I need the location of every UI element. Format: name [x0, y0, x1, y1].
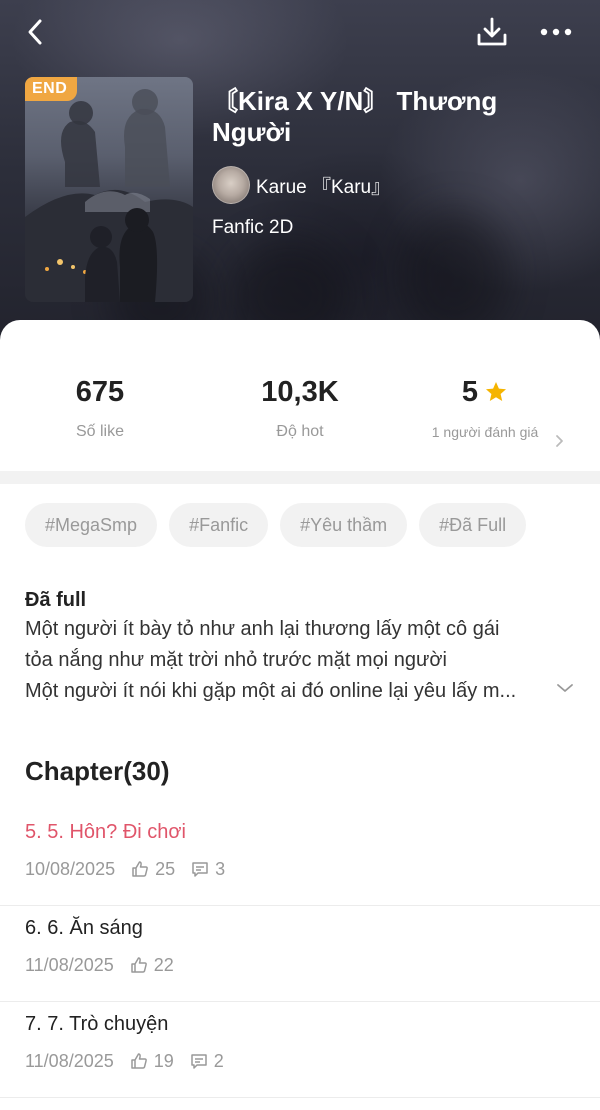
rating-value-row: 5 [385, 372, 585, 412]
tag-chip[interactable]: #MegaSmp [25, 503, 158, 547]
chevron-down-icon[interactable] [555, 682, 575, 694]
chevron-left-icon [28, 19, 42, 45]
tag-list: #MegaSmp #Fanfic #Yêu thầm #Đã Full [25, 503, 538, 547]
back-button[interactable] [14, 12, 58, 52]
star-icon [486, 382, 507, 401]
book-detail-sheet: 675 Số like 10,3K Độ hot 5 1 người đánh … [0, 320, 600, 1110]
book-title: 〘Kira X Y/N〙 Thương Người [212, 86, 498, 147]
thumbs-up-icon [129, 858, 151, 880]
chapter-meta: 10/08/2025 25 3 [25, 858, 239, 880]
book-cover[interactable]: END [25, 77, 193, 302]
section-divider [0, 471, 600, 484]
chevron-right-icon [556, 435, 563, 447]
more-horizontal-icon [540, 28, 572, 36]
chapter-likes: 22 [153, 954, 174, 975]
comment-icon [188, 1050, 210, 1072]
more-button[interactable] [534, 12, 578, 52]
rating-value: 5 [461, 376, 479, 408]
download-button[interactable] [470, 12, 514, 52]
chapter-comments: 3 [215, 858, 226, 879]
thumbs-up-icon [128, 1050, 150, 1072]
chapter-row[interactable]: 7. 7. Trò chuyện 11/08/2025 19 2 [0, 1002, 600, 1098]
download-icon [477, 17, 507, 46]
tag-chip[interactable]: #Yêu thầm [280, 503, 408, 547]
hot-label: Độ hot [276, 423, 324, 440]
chapter-comments: 2 [213, 1050, 224, 1071]
likes-label: Số like [75, 423, 125, 440]
tag-chip[interactable]: #Fanfic [169, 503, 269, 547]
book-description[interactable]: Đã full Một người ít bày tỏ như anh lại … [25, 586, 580, 707]
cover-illustration [25, 89, 193, 302]
chapter-row[interactable]: 5. 5. Hôn? Đi chơi 10/08/2025 25 3 [0, 810, 600, 906]
book-header: END 〘Kira X Y/N〙 Thương Người Karue 『Kar… [0, 0, 600, 345]
end-badge: END [25, 77, 78, 101]
stats-row: 675 Số like 10,3K Độ hot 5 1 người đánh … [0, 372, 600, 472]
hot-value: 10,3K [261, 376, 339, 408]
author-row[interactable]: Karue 『Karu』 [212, 166, 390, 204]
chapter-date: 11/08/2025 [25, 1050, 114, 1071]
chapter-list: 5. 5. Hôn? Đi chơi 10/08/2025 25 3 6. 6.… [0, 810, 600, 1098]
stat-hot: 10,3K Độ hot [200, 372, 400, 441]
tag-chip[interactable]: #Đã Full [419, 503, 527, 547]
likes-value: 675 [75, 376, 125, 408]
author-avatar[interactable] [212, 166, 250, 204]
description-line: tỏa nắng như mặt trời nhỏ trước mặt mọi … [25, 649, 447, 671]
chapter-list-title: Chapter(30) [25, 756, 170, 786]
comment-icon [189, 858, 211, 880]
description-line: Một người ít nói khi gặp một ai đó onlin… [25, 680, 517, 702]
thumbs-up-icon [128, 954, 150, 976]
chapter-date: 10/08/2025 [25, 858, 116, 879]
stat-likes: 675 Số like [0, 372, 200, 441]
chapter-name: 6. 6. Ăn sáng [25, 917, 143, 939]
chapter-likes: 25 [155, 858, 176, 879]
chapter-date: 11/08/2025 [25, 954, 114, 975]
description-line: Một người ít bày tỏ như anh lại thương l… [25, 618, 500, 640]
description-heading: Đã full [25, 589, 87, 611]
stat-rating[interactable]: 5 1 người đánh giá [385, 372, 585, 447]
chapter-name: 7. 7. Trò chuyện [25, 1013, 169, 1035]
chapter-name: 5. 5. Hôn? Đi chơi [25, 821, 186, 843]
chapter-meta: 11/08/2025 22 [25, 954, 188, 976]
author-name[interactable]: Karue 『Karu』 [256, 172, 390, 199]
rating-label: 1 người đánh giá [431, 424, 539, 440]
chapter-meta: 11/08/2025 19 2 [25, 1050, 238, 1072]
chapter-likes: 19 [153, 1050, 174, 1071]
book-genre: Fanfic 2D [212, 217, 294, 238]
chapter-row[interactable]: 6. 6. Ăn sáng 11/08/2025 22 [0, 906, 600, 1002]
